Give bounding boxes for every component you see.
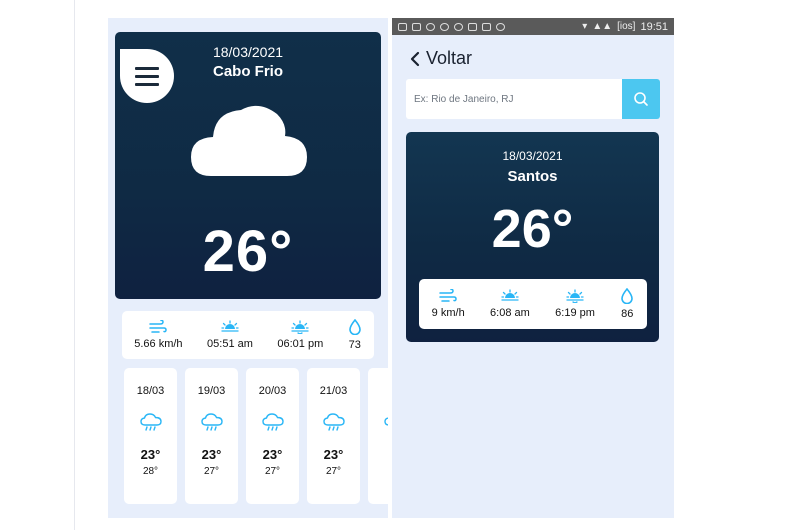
humidity-value: 86: [621, 308, 634, 320]
forecast-max-temp: 23°: [140, 447, 161, 462]
back-label: Voltar: [426, 48, 473, 68]
weather-stats-strip: 5.66 km/h 05:51 am 06:01 pm 73: [122, 311, 374, 359]
forecast-date: 21/03: [319, 385, 348, 397]
search-icon: [634, 92, 648, 106]
message-icon: [398, 22, 407, 31]
sunrise-icon: [501, 289, 519, 301]
search-button[interactable]: [622, 79, 660, 119]
wind-icon: [439, 289, 457, 302]
page-divider: [74, 0, 75, 530]
signal-icon: ▲▲: [592, 21, 613, 32]
system-icons: ▾ ▲▲ [ios] 19:51: [582, 21, 668, 33]
sunrise-icon: [221, 320, 239, 332]
sunrise-value: 05:51 am: [207, 338, 253, 350]
clock-icon: [496, 22, 505, 31]
hamburger-icon-bar: [135, 82, 159, 86]
sunrise-stat: 6:08 am: [490, 289, 530, 319]
city-name: Cabo Frio: [213, 63, 283, 80]
notification-icons: [398, 22, 505, 31]
app-icon: [426, 22, 435, 31]
water-drop-icon: [621, 288, 634, 304]
forecast-min-temp: 27°: [203, 466, 220, 477]
forecast-min-temp: 27°: [325, 466, 342, 477]
image-icon: [482, 22, 491, 31]
sunset-stat: 06:01 pm: [277, 320, 323, 350]
sunset-stat: 6:19 pm: [555, 289, 595, 319]
chevron-left-icon: [410, 51, 420, 66]
rain-cloud-icon: [322, 413, 345, 431]
water-drop-icon: [348, 319, 361, 335]
wind-stat: 9 km/h: [432, 289, 465, 319]
wifi-icon: ▾: [582, 21, 588, 32]
current-date: 18/03/2021: [212, 44, 284, 60]
forecast-max-temp: 23°: [323, 447, 344, 462]
forecast-min-temp: 27°: [264, 466, 281, 477]
result-date: 18/03/2021: [502, 149, 563, 163]
mail-icon: [412, 22, 421, 31]
wind-stat: 5.66 km/h: [134, 320, 183, 350]
result-temperature: 26°: [491, 199, 574, 259]
wind-value: 9 km/h: [431, 307, 465, 319]
sunset-icon: [566, 289, 584, 303]
sunrise-stat: 05:51 am: [207, 320, 253, 350]
search-input[interactable]: [406, 79, 620, 119]
left-app-screen: 18/03/2021 Cabo Frio 26° 5.66 km/h 05:51…: [108, 18, 388, 518]
right-app-screen: ▾ ▲▲ [ios] 19:51 Voltar 18/03/2021 Santo…: [392, 18, 674, 518]
forecast-max-temp: 23°: [201, 447, 222, 462]
search-result-weather-card: 18/03/2021 Santos 26° 9 km/h 6:08 am 6:1…: [406, 132, 659, 342]
current-temperature: 26°: [202, 219, 294, 284]
forecast-day-card[interactable]: 19/03 23° 27°: [185, 368, 238, 504]
rain-cloud-icon: [200, 413, 223, 431]
sunrise-value: 6:08 am: [490, 307, 530, 319]
sunset-value: 6:19 pm: [555, 307, 595, 319]
humidity-value: 73: [348, 339, 361, 351]
rain-cloud-icon: [261, 413, 284, 431]
forecast-list: 18/03 23° 28° 19/03 23° 27° 20/03 23° 27…: [124, 368, 388, 506]
wind-icon: [149, 320, 168, 333]
back-button[interactable]: Voltar: [410, 48, 472, 69]
forecast-date: 18/03: [136, 385, 165, 397]
sunset-icon: [291, 320, 309, 334]
rain-cloud-icon: [383, 416, 388, 426]
alarm-icon: [454, 22, 463, 31]
humidity-stat: 86: [620, 288, 634, 320]
wind-value: 5.66 km/h: [134, 338, 183, 350]
forecast-day-card[interactable]: 18/03 23° 28°: [124, 368, 177, 504]
forecast-date: 20/03: [258, 385, 287, 397]
phone-icon: [468, 22, 477, 31]
status-bar: ▾ ▲▲ [ios] 19:51: [392, 18, 674, 35]
search-box: [406, 79, 660, 119]
rain-cloud-icon: [139, 413, 162, 431]
result-city-name: Santos: [507, 168, 558, 185]
forecast-min-temp: 28°: [142, 466, 159, 477]
current-weather-card: 18/03/2021 Cabo Frio 26°: [115, 32, 381, 299]
forecast-day-card[interactable]: 22 2 2: [368, 368, 388, 504]
humidity-stat: 73: [348, 319, 362, 351]
forecast-day-card[interactable]: 20/03 23° 27°: [246, 368, 299, 504]
sunset-value: 06:01 pm: [277, 338, 324, 350]
result-stats-strip: 9 km/h 6:08 am 6:19 pm 86: [419, 279, 647, 329]
settings-icon: [440, 22, 449, 31]
battery-indicator: [ios]: [617, 21, 636, 32]
status-time: 19:51: [640, 20, 668, 33]
forecast-date: 19/03: [197, 385, 226, 397]
forecast-day-card[interactable]: 21/03 23° 27°: [307, 368, 360, 504]
cloud-icon: [191, 105, 307, 176]
forecast-max-temp: 23°: [262, 447, 283, 462]
